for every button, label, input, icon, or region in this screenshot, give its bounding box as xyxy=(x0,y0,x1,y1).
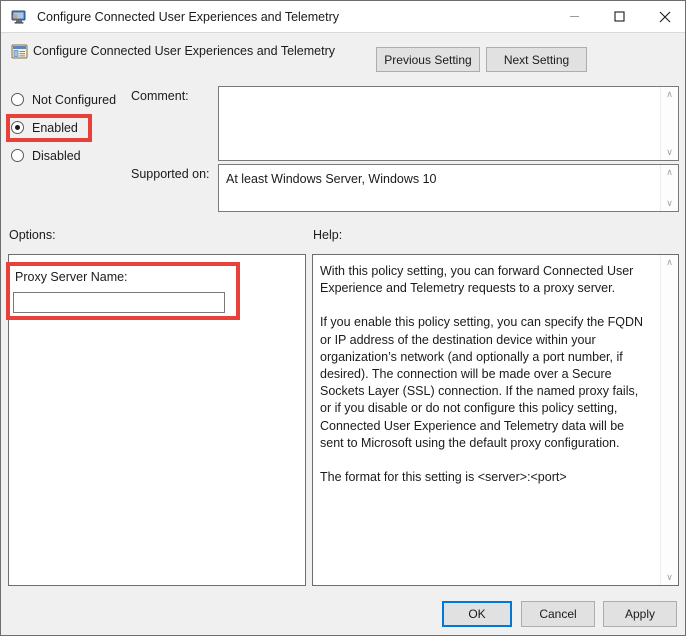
policy-setting-icon xyxy=(11,43,28,60)
radio-not-configured[interactable]: Not Configured xyxy=(11,90,116,109)
next-setting-button[interactable]: Next Setting xyxy=(486,47,587,72)
scroll-up-icon[interactable]: ∧ xyxy=(661,255,678,270)
radio-mark-disabled xyxy=(11,149,24,162)
help-label: Help: xyxy=(313,228,342,242)
scroll-down-icon[interactable]: ∨ xyxy=(661,570,678,585)
radio-label-enabled: Enabled xyxy=(32,121,78,135)
ok-button[interactable]: OK xyxy=(442,601,512,627)
scroll-down-icon[interactable]: ∨ xyxy=(661,145,678,160)
previous-setting-button[interactable]: Previous Setting xyxy=(376,47,480,72)
supported-on-scrollbar[interactable]: ∧ ∨ xyxy=(660,165,678,211)
proxy-server-name-input[interactable] xyxy=(13,292,225,313)
scroll-down-icon[interactable]: ∨ xyxy=(661,196,678,211)
apply-button[interactable]: Apply xyxy=(603,601,677,627)
supported-on-value: At least Windows Server, Windows 10 xyxy=(226,171,656,187)
computer-monitor-icon xyxy=(10,8,28,26)
supported-on-textbox: At least Windows Server, Windows 10 ∧ ∨ xyxy=(218,164,679,212)
close-icon[interactable] xyxy=(642,1,686,32)
proxy-server-name-label: Proxy Server Name: xyxy=(15,270,128,284)
title-bar: Configure Connected User Experiences and… xyxy=(1,1,686,33)
help-text: With this policy setting, you can forwar… xyxy=(320,263,650,486)
group-policy-dialog: Configure Connected User Experiences and… xyxy=(0,0,686,636)
radio-label-not-configured: Not Configured xyxy=(32,93,116,107)
help-scrollbar[interactable]: ∧ ∨ xyxy=(660,255,678,585)
radio-enabled[interactable]: Enabled xyxy=(11,118,78,137)
help-paragraph: With this policy setting, you can forwar… xyxy=(320,263,650,297)
help-paragraph: If you enable this policy setting, you c… xyxy=(320,314,650,452)
radio-disabled[interactable]: Disabled xyxy=(11,146,81,165)
help-paragraph: The format for this setting is <server>:… xyxy=(320,469,650,486)
minimize-icon[interactable] xyxy=(552,1,597,32)
cancel-button[interactable]: Cancel xyxy=(521,601,595,627)
setting-title: Configure Connected User Experiences and… xyxy=(33,44,335,58)
window-title: Configure Connected User Experiences and… xyxy=(37,10,339,24)
scroll-up-icon[interactable]: ∧ xyxy=(661,87,678,102)
options-label: Options: xyxy=(9,228,56,242)
window-controls xyxy=(552,1,686,32)
comment-textbox[interactable]: ∧ ∨ xyxy=(218,86,679,161)
scroll-up-icon[interactable]: ∧ xyxy=(661,165,678,180)
supported-on-label: Supported on: xyxy=(131,167,210,181)
comment-scrollbar[interactable]: ∧ ∨ xyxy=(660,87,678,160)
radio-mark-enabled xyxy=(11,121,24,134)
radio-label-disabled: Disabled xyxy=(32,149,81,163)
help-panel: With this policy setting, you can forwar… xyxy=(312,254,679,586)
radio-mark-not-configured xyxy=(11,93,24,106)
maximize-icon[interactable] xyxy=(597,1,642,32)
comment-label: Comment: xyxy=(131,89,189,103)
